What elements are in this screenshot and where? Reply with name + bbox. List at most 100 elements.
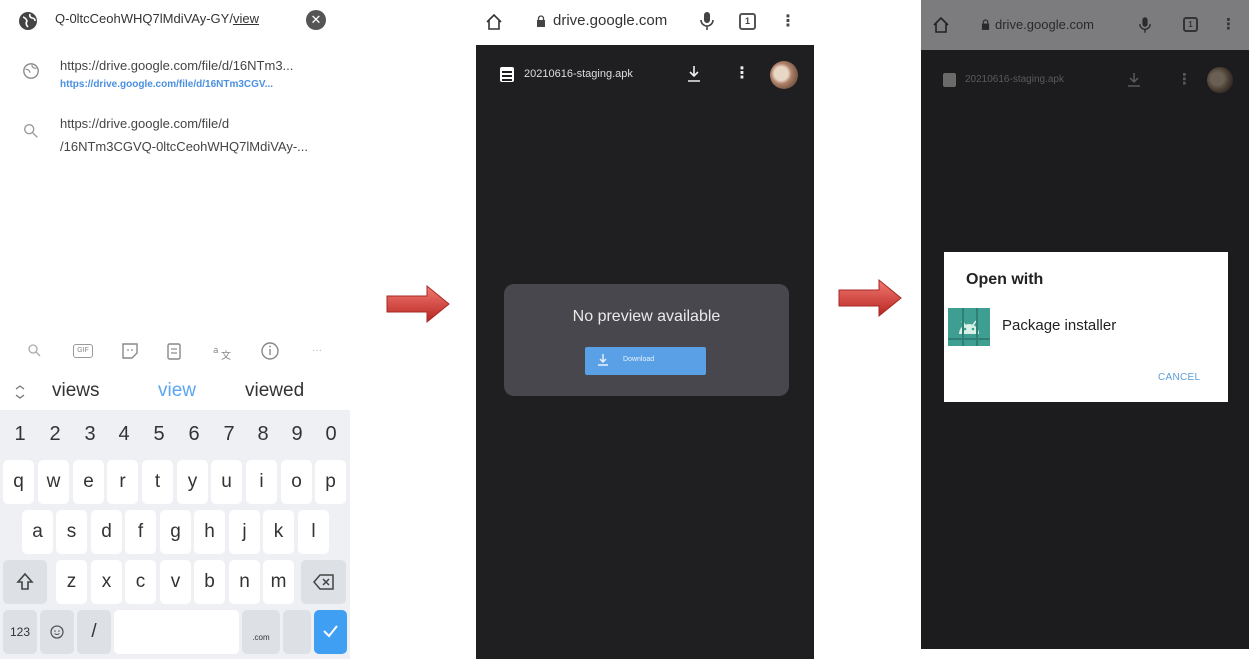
space-key[interactable] xyxy=(114,610,239,654)
backspace-icon[interactable] xyxy=(301,560,346,604)
key-a[interactable]: a xyxy=(22,510,53,554)
key-f[interactable]: f xyxy=(125,510,156,554)
key-z[interactable]: z xyxy=(56,560,87,604)
key-r[interactable]: r xyxy=(107,460,138,504)
home-icon[interactable] xyxy=(484,12,504,32)
more-icon[interactable]: ··· xyxy=(306,340,328,362)
search-icon xyxy=(24,124,38,138)
key-123[interactable]: 123 xyxy=(3,610,37,654)
address-bar[interactable]: Q-0ltcCeohWHQ7lMdiVAy-GY/view ✕ xyxy=(0,0,350,42)
clear-icon[interactable]: ✕ xyxy=(306,10,326,30)
url-input[interactable]: Q-0ltcCeohWHQ7lMdiVAy-GY/view xyxy=(55,11,259,26)
key-y[interactable]: y xyxy=(177,460,208,504)
key-x[interactable]: x xyxy=(91,560,122,604)
mic-icon[interactable] xyxy=(1139,16,1151,34)
clipboard-icon[interactable] xyxy=(163,340,185,362)
key-0[interactable]: 0 xyxy=(316,412,346,456)
key-t[interactable]: t xyxy=(142,460,173,504)
suggestion-title: https://drive.google.com/file/d/16NTm3..… xyxy=(60,58,294,73)
key-s[interactable]: s xyxy=(56,510,87,554)
key-4[interactable]: 4 xyxy=(109,412,139,456)
svg-text:文: 文 xyxy=(221,349,231,362)
keyboard-toolbar: GIF a 文 ··· xyxy=(0,330,350,370)
key-d[interactable]: d xyxy=(91,510,122,554)
no-preview-card: No preview available Download xyxy=(504,284,789,396)
download-button-label: Download xyxy=(623,356,655,363)
address-bar[interactable]: drive.google.com xyxy=(553,12,667,29)
chevron-collapse-icon[interactable] xyxy=(14,385,26,399)
key-g[interactable]: g xyxy=(160,510,191,554)
avatar[interactable] xyxy=(770,61,798,89)
key-v[interactable]: v xyxy=(160,560,191,604)
avatar[interactable] xyxy=(1207,67,1233,93)
key-l[interactable]: l xyxy=(298,510,329,554)
key-p[interactable]: p xyxy=(315,460,346,504)
shift-icon[interactable] xyxy=(3,560,47,604)
suggestion-title: https://drive.google.com/file/d xyxy=(60,116,230,131)
key-2[interactable]: 2 xyxy=(40,412,70,456)
file-name: 20210616-staging.apk xyxy=(965,74,1064,85)
key-k[interactable]: k xyxy=(263,510,294,554)
key-w[interactable]: w xyxy=(38,460,69,504)
suggestion-url: https://drive.google.com/file/d/16NTm3CG… xyxy=(60,79,274,90)
key-com[interactable]: .com xyxy=(242,610,280,654)
key-6[interactable]: 6 xyxy=(179,412,209,456)
tab-switcher-button[interactable]: 1 xyxy=(1183,17,1198,32)
sticker-icon[interactable] xyxy=(119,340,141,362)
file-name: 20210616-staging.apk xyxy=(524,68,633,80)
key-n[interactable]: n xyxy=(229,560,260,604)
url-text-prefix: Q-0ltcCeohWHQ7lMdiVAy-GY/ xyxy=(55,11,233,26)
more-options-icon[interactable]: ⋮ xyxy=(734,64,750,84)
key-8[interactable]: 8 xyxy=(248,412,278,456)
keyboard-row-bottom: 123 / .com xyxy=(0,610,350,659)
key-u[interactable]: u xyxy=(211,460,242,504)
search-icon[interactable] xyxy=(24,340,46,362)
emoji-icon[interactable] xyxy=(40,610,74,654)
address-bar[interactable]: drive.google.com xyxy=(995,17,1094,32)
key-3[interactable]: 3 xyxy=(75,412,105,456)
download-icon[interactable] xyxy=(686,65,702,83)
tab-switcher-button[interactable]: 1 xyxy=(739,13,756,30)
checkmark-icon[interactable] xyxy=(314,610,347,654)
translate-icon[interactable]: a 文 xyxy=(211,340,233,362)
lock-icon xyxy=(537,15,545,27)
info-icon[interactable] xyxy=(259,340,281,362)
key-9[interactable]: 9 xyxy=(282,412,312,456)
url-text-underlined: view xyxy=(232,11,259,26)
download-button[interactable]: Download xyxy=(585,347,706,375)
keyboard-row-3: z x c v b n m xyxy=(0,560,350,610)
overflow-menu-icon[interactable]: ⋮ xyxy=(1221,15,1236,35)
key-o[interactable]: o xyxy=(281,460,312,504)
key-7[interactable]: 7 xyxy=(214,412,244,456)
globe-icon xyxy=(23,63,39,79)
key-5[interactable]: 5 xyxy=(144,412,174,456)
suggestion-item[interactable]: https://drive.google.com/file/d /16NTm3C… xyxy=(0,112,350,162)
omnibox-keyboard-panel: Q-0ltcCeohWHQ7lMdiVAy-GY/view ✕ https://… xyxy=(0,0,350,659)
overflow-menu-icon[interactable]: ⋮ xyxy=(780,12,796,32)
mic-icon[interactable] xyxy=(700,11,714,31)
suggestion-item[interactable]: https://drive.google.com/file/d/16NTm3..… xyxy=(0,54,350,99)
prediction-center[interactable]: view xyxy=(158,380,196,402)
app-option-package-installer[interactable]: Package installer xyxy=(944,302,1228,352)
key-1[interactable]: 1 xyxy=(5,412,35,456)
cancel-button[interactable]: CANCEL xyxy=(1158,372,1200,383)
key-j[interactable]: j xyxy=(229,510,260,554)
download-icon[interactable] xyxy=(1127,72,1141,88)
suggestion-subtitle: /16NTm3CGVQ-0ltcCeohWHQ7lMdiVAy-... xyxy=(60,139,309,154)
prediction-right[interactable]: viewed xyxy=(245,380,304,402)
key-i[interactable]: i xyxy=(246,460,277,504)
key-b[interactable]: b xyxy=(194,560,225,604)
key-m[interactable]: m xyxy=(263,560,294,604)
key-q[interactable]: q xyxy=(3,460,34,504)
prediction-left[interactable]: views xyxy=(52,380,100,402)
key-mode[interactable] xyxy=(283,610,311,654)
arrow-right-icon xyxy=(838,278,902,318)
key-e[interactable]: e xyxy=(73,460,104,504)
gif-icon[interactable]: GIF xyxy=(73,344,93,358)
browser-toolbar: drive.google.com 1 ⋮ xyxy=(476,0,814,45)
key-h[interactable]: h xyxy=(194,510,225,554)
more-options-icon[interactable]: ⋮ xyxy=(1177,70,1192,90)
key-slash[interactable]: / xyxy=(77,610,111,654)
key-c[interactable]: c xyxy=(125,560,156,604)
home-icon[interactable] xyxy=(931,15,951,35)
